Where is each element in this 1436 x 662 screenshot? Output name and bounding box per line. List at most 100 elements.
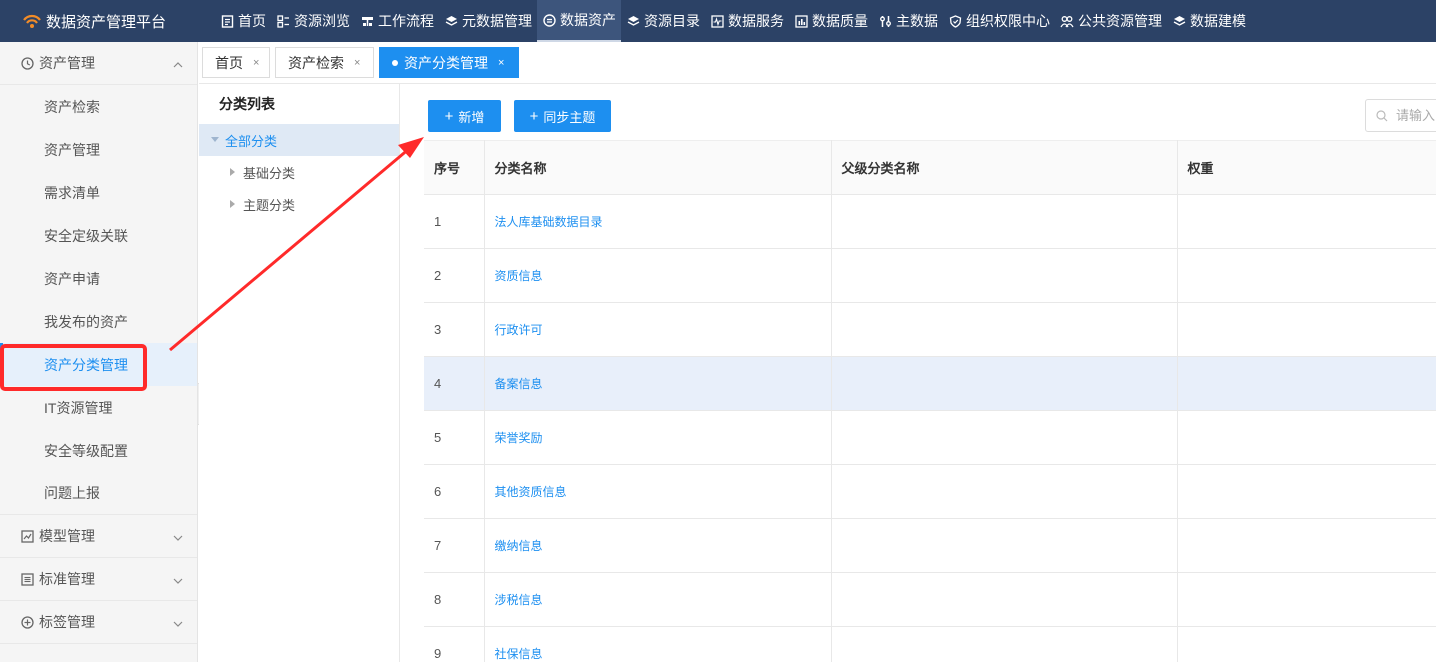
tree-node-label: 全部分类 <box>225 133 278 149</box>
document-icon <box>220 14 234 28</box>
cell-category-name[interactable]: 其他资质信息 <box>484 464 832 519</box>
nav-org-permission[interactable]: 组织权限中心 <box>943 0 1055 42</box>
nav-data-assets[interactable]: 数据资产 <box>537 0 621 42</box>
table-row[interactable]: 5 荣誉奖励 <box>424 410 1436 465</box>
nav-label: 资源浏览 <box>294 13 350 29</box>
cell-category-name[interactable]: 备案信息 <box>484 356 832 411</box>
tab-home[interactable]: 首页 × <box>202 47 270 78</box>
tree-node-topic[interactable]: 主题分类 <box>199 188 399 220</box>
app-logo[interactable]: 数据资产管理平台 <box>0 11 205 32</box>
sidebar-item-asset-manage[interactable]: 资产管理 <box>0 128 197 171</box>
add-button[interactable]: + 新增 <box>428 100 501 132</box>
bar-chart-icon <box>794 14 808 28</box>
search-input[interactable] <box>1396 108 1436 123</box>
tab-label: 资产检索 <box>288 54 344 71</box>
cell-index: 4 <box>424 356 485 411</box>
cell-index: 9 <box>424 626 485 662</box>
sync-topic-button-label: 同步主题 <box>543 109 596 125</box>
nav-data-quality[interactable]: 数据质量 <box>789 0 873 42</box>
tab-asset-search[interactable]: 资产检索 × <box>275 47 374 78</box>
nav-resource-browse[interactable]: 资源浏览 <box>271 0 355 42</box>
tab-asset-category[interactable]: 资产分类管理 × <box>379 47 519 78</box>
cell-category-name[interactable]: 社保信息 <box>484 626 832 662</box>
sidebar-group-asset-management[interactable]: 资产管理 <box>0 42 197 85</box>
nav-data-service[interactable]: 数据服务 <box>705 0 789 42</box>
sidebar-item-security-level[interactable]: 安全等级配置 <box>0 429 197 472</box>
column-header-parent: 父级分类名称 <box>831 140 1178 195</box>
caret-down-icon[interactable] <box>211 136 219 144</box>
nav-home[interactable]: 首页 <box>215 0 271 42</box>
sidebar-item-security-grading[interactable]: 安全定级关联 <box>0 214 197 257</box>
pulse-icon <box>710 14 724 28</box>
column-header-weight: 权重 <box>1177 140 1436 195</box>
sidebar-group-model[interactable]: 模型管理 <box>0 515 197 558</box>
table-row[interactable]: 8 涉税信息 <box>424 572 1436 627</box>
table-row[interactable]: 3 行政许可 <box>424 302 1436 357</box>
cell-category-name[interactable]: 涉税信息 <box>484 572 832 627</box>
nav-master-data[interactable]: 主数据 <box>873 0 943 42</box>
cell-category-name[interactable]: 荣誉奖励 <box>484 410 832 465</box>
cell-parent <box>831 248 1178 303</box>
cell-category-name[interactable]: 法人库基础数据目录 <box>484 194 832 249</box>
cell-weight <box>1177 356 1436 411</box>
table-row[interactable]: 6 其他资质信息 <box>424 464 1436 519</box>
sidebar-item-asset-search[interactable]: 资产检索 <box>0 85 197 128</box>
tab-label: 首页 <box>215 54 243 71</box>
active-dot-icon <box>392 59 398 66</box>
category-table: 序号 分类名称 父级分类名称 权重 1 法人库基础数据目录 2 资质信息 3 行 <box>424 140 1436 662</box>
list-icon <box>20 572 34 586</box>
sidebar-item-my-published[interactable]: 我发布的资产 <box>0 300 197 343</box>
nav-metadata[interactable]: 元数据管理 <box>439 0 537 42</box>
nav-resource-catalog[interactable]: 资源目录 <box>621 0 705 42</box>
sidebar-group-label: 资产管理 <box>39 55 95 71</box>
sidebar-item-issue-report[interactable]: 问题上报 <box>0 472 197 515</box>
sync-topic-button[interactable]: + 同步主题 <box>514 100 611 132</box>
sidebar-item-label: 资产申请 <box>44 270 100 287</box>
sidebar-item-it-resource[interactable]: IT资源管理 <box>0 386 197 429</box>
caret-right-icon[interactable] <box>229 168 237 176</box>
tree-node-basic[interactable]: 基础分类 <box>199 156 399 188</box>
nav-data-modeling[interactable]: 数据建模 <box>1167 0 1251 42</box>
close-icon[interactable]: × <box>253 57 259 69</box>
chevron-up-icon <box>173 57 183 68</box>
cell-weight <box>1177 572 1436 627</box>
table-row[interactable]: 4 备案信息 <box>424 356 1436 411</box>
tree-node-all[interactable]: 全部分类 <box>199 124 399 156</box>
top-navbar: 数据资产管理平台 首页 资源浏览 工作流程 元数据管理 数据资产 资源目录 数据… <box>0 0 1436 42</box>
nav-public-resource[interactable]: 公共资源管理 <box>1055 0 1167 42</box>
table-row[interactable]: 9 社保信息 <box>424 626 1436 662</box>
cell-category-name[interactable]: 行政许可 <box>484 302 832 357</box>
nav-label: 组织权限中心 <box>966 13 1050 29</box>
sidebar-item-label: 资产分类管理 <box>44 356 128 373</box>
sidebar-item-demand-list[interactable]: 需求清单 <box>0 171 197 214</box>
sidebar-group-label: 标签管理 <box>39 614 95 630</box>
search-box[interactable] <box>1365 99 1436 132</box>
table-row[interactable]: 1 法人库基础数据目录 <box>424 194 1436 249</box>
table-row[interactable]: 2 资质信息 <box>424 248 1436 303</box>
sidebar-item-asset-category[interactable]: 资产分类管理 <box>0 343 197 386</box>
cell-index: 8 <box>424 572 485 627</box>
cell-category-name[interactable]: 缴纳信息 <box>484 518 832 573</box>
cell-index: 5 <box>424 410 485 465</box>
sidebar-group-standard[interactable]: 标准管理 <box>0 558 197 601</box>
nav-label: 数据质量 <box>812 13 868 29</box>
tree-node-label: 主题分类 <box>243 197 296 213</box>
table-row[interactable]: 7 缴纳信息 <box>424 518 1436 573</box>
sidebar-group-tag[interactable]: 标签管理 <box>0 601 197 644</box>
cell-category-name[interactable]: 资质信息 <box>484 248 832 303</box>
sidebar-item-asset-apply[interactable]: 资产申请 <box>0 257 197 300</box>
cell-weight <box>1177 302 1436 357</box>
add-button-label: 新增 <box>458 109 485 125</box>
cell-weight <box>1177 248 1436 303</box>
circle-list-icon <box>542 13 556 27</box>
close-icon[interactable]: × <box>498 57 504 69</box>
cell-weight <box>1177 194 1436 249</box>
app-title: 数据资产管理平台 <box>46 13 167 31</box>
nav-label: 元数据管理 <box>462 13 532 29</box>
close-icon[interactable]: × <box>354 57 360 69</box>
category-tree-panel: 分类列表 全部分类 基础分类 主题分类 <box>199 84 400 662</box>
nav-workflow[interactable]: 工作流程 <box>355 0 439 42</box>
nav-label: 公共资源管理 <box>1078 13 1162 29</box>
caret-right-icon[interactable] <box>229 200 237 208</box>
sidebar-item-label: 我发布的资产 <box>44 313 128 330</box>
